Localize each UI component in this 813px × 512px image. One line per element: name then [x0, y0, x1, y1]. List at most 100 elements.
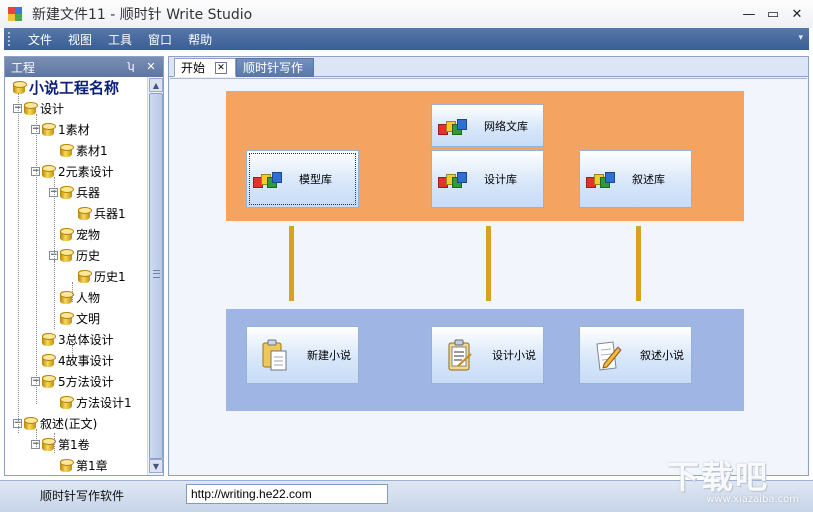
tree-guide-line: [36, 429, 37, 449]
watermark-url: www.xiazaiba.com: [706, 494, 799, 505]
tree-item-label: 人物: [76, 291, 101, 305]
tree-scrollbar[interactable]: ▲ ▼: [147, 77, 163, 475]
clipboard-new-icon: [262, 339, 287, 371]
connector-line: [636, 226, 641, 301]
narrate-novel-button[interactable]: 叙述小说: [579, 326, 692, 384]
database-icon: [60, 144, 74, 157]
tree-root[interactable]: 小说工程名称: [13, 77, 119, 98]
window-title: 新建文件11 - 顺时针 Write Studio: [32, 7, 253, 23]
database-icon: [60, 291, 74, 304]
title-bar: 新建文件11 - 顺时针 Write Studio — ▭ ✕: [0, 0, 813, 28]
tree-item-label: 方法设计1: [76, 396, 132, 410]
colored-blocks-icon: [586, 168, 616, 190]
database-icon: [78, 270, 92, 283]
tree-item-label: 兵器1: [94, 207, 126, 221]
menu-window[interactable]: 窗口: [146, 31, 174, 48]
connector-line: [486, 226, 491, 301]
database-icon: [42, 438, 56, 451]
tree-item[interactable]: − 叙述(正文): [13, 413, 97, 434]
database-icon: [60, 312, 74, 325]
tree-guide-line: [54, 261, 55, 321]
database-icon: [60, 186, 74, 199]
menu-file[interactable]: 文件: [26, 31, 54, 48]
status-text: 顺时针写作软件: [40, 489, 125, 503]
scroll-down-icon[interactable]: ▼: [149, 459, 163, 473]
database-icon: [42, 333, 56, 346]
tree-item[interactable]: − 第1卷: [31, 434, 90, 455]
tree-item-label: 小说工程名称: [29, 79, 120, 97]
panel-header: 工程 ʮ ✕: [5, 57, 163, 77]
tab-writing[interactable]: 顺时针写作: [236, 58, 314, 77]
menu-help[interactable]: 帮助: [186, 31, 214, 48]
maximize-button[interactable]: ▭: [761, 4, 785, 24]
design-library-button[interactable]: 设计库: [431, 150, 544, 208]
tree-item-label: 历史: [76, 249, 101, 263]
colored-blocks-icon: [253, 168, 283, 190]
tree-item[interactable]: 人物: [49, 287, 100, 308]
url-field[interactable]: [186, 484, 388, 504]
tree-item[interactable]: 文明: [49, 308, 100, 329]
tree-item-label: 文明: [76, 312, 101, 326]
project-panel: 工程 ʮ ✕ 小说工程名称 − 设计 −1素材素材1 −2元素设计 − 兵器兵器1 宠物 − 历史…: [4, 56, 164, 476]
toolbar-grip[interactable]: [8, 32, 14, 46]
narrative-library-label: 叙述库: [632, 173, 665, 186]
database-icon: [42, 123, 56, 136]
tree-item[interactable]: − 兵器: [49, 182, 100, 203]
database-icon: [42, 165, 56, 178]
database-icon: [60, 459, 74, 472]
document-area: 开始 ✕ 顺时针写作 网络文库 模型库 设计库 叙述库 新建小说 设计小说 叙述…: [168, 56, 809, 476]
tab-close-icon[interactable]: ✕: [215, 61, 228, 74]
tree-item-label: 宠物: [76, 228, 101, 242]
panel-close-icon[interactable]: ✕: [143, 59, 159, 75]
tab-start-label: 开始: [181, 61, 206, 75]
menu-tools[interactable]: 工具: [106, 31, 134, 48]
model-library-button[interactable]: 模型库: [246, 150, 359, 208]
tree-guide-line: [18, 93, 19, 433]
database-icon: [60, 396, 74, 409]
database-icon: [60, 228, 74, 241]
tree-item-label: 第1卷: [58, 438, 90, 452]
design-novel-button[interactable]: 设计小说: [431, 326, 544, 384]
scroll-up-icon[interactable]: ▲: [149, 78, 163, 92]
tree-item[interactable]: 兵器1: [67, 203, 126, 224]
tab-start[interactable]: 开始 ✕: [174, 58, 236, 77]
tree-item[interactable]: −1素材: [31, 119, 90, 140]
minimize-button[interactable]: —: [737, 4, 761, 24]
tree-guide-line: [36, 114, 37, 404]
tree-item-label: 5方法设计: [58, 375, 114, 389]
tree-item[interactable]: 方法设计1: [49, 392, 132, 413]
menu-view[interactable]: 视图: [66, 31, 94, 48]
narrate-novel-label: 叙述小说: [640, 349, 684, 362]
start-page: 网络文库 模型库 设计库 叙述库 新建小说 设计小说 叙述小说: [170, 78, 807, 475]
window-controls: — ▭ ✕: [737, 4, 809, 24]
new-novel-button[interactable]: 新建小说: [246, 326, 359, 384]
menu-overflow-icon[interactable]: ▾: [798, 33, 803, 43]
tree-item-label: 叙述(正文): [40, 417, 98, 431]
database-icon: [42, 354, 56, 367]
pin-icon[interactable]: ʮ: [123, 59, 139, 75]
tab-strip: 开始 ✕ 顺时针写作: [169, 57, 808, 77]
database-icon: [42, 375, 56, 388]
close-button[interactable]: ✕: [785, 4, 809, 24]
tree-guide-line: [72, 282, 73, 302]
network-library-button[interactable]: 网络文库: [431, 104, 544, 147]
tree-guide-line: [54, 433, 55, 453]
tree-item[interactable]: 素材1: [49, 140, 108, 161]
tree-item[interactable]: −5方法设计: [31, 371, 114, 392]
design-novel-label: 设计小说: [492, 349, 536, 362]
colored-blocks-icon: [438, 115, 468, 137]
tree-item-label: 素材1: [76, 144, 108, 158]
tree-item[interactable]: − 设计: [13, 98, 64, 119]
tree-item-label: 2元素设计: [58, 165, 114, 179]
narrative-library-button[interactable]: 叙述库: [579, 150, 692, 208]
tree-item-label: 3总体设计: [58, 333, 114, 347]
clipboard-design-icon: [448, 339, 472, 371]
tree-item[interactable]: 第1章: [49, 455, 108, 475]
tree-item[interactable]: 历史1: [67, 266, 126, 287]
database-icon: [24, 102, 38, 115]
scroll-thumb[interactable]: [149, 93, 163, 459]
tree-item[interactable]: − 历史: [49, 245, 100, 266]
tree-item[interactable]: −2元素设计: [31, 161, 114, 182]
tree-item[interactable]: 宠物: [49, 224, 100, 245]
design-library-label: 设计库: [484, 173, 517, 186]
